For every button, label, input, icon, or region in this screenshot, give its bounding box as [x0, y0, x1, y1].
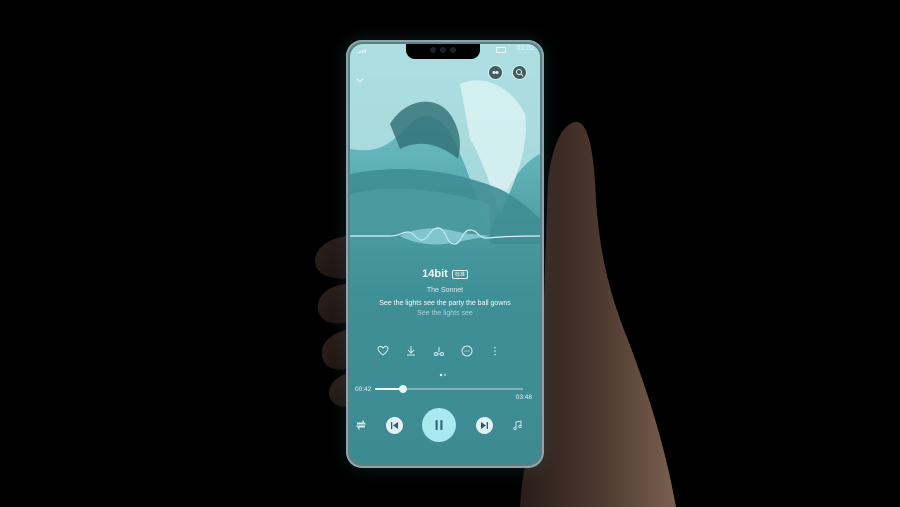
audio-waveform [350, 227, 540, 245]
lyric-current[interactable]: See the lights see the party the ball go… [350, 300, 540, 307]
previous-icon [391, 422, 398, 429]
more-icon[interactable] [488, 344, 502, 358]
status-time: 03:02 [516, 45, 534, 52]
scene: 03:02 14bit 标准 The Sonnet See the lights … [0, 0, 900, 507]
front-camera [450, 47, 456, 53]
progress-slider[interactable] [375, 385, 523, 393]
search-icon[interactable] [512, 65, 527, 80]
signal-icon [357, 49, 366, 53]
camera-notch [406, 44, 480, 59]
share-icon[interactable] [432, 344, 446, 358]
page-indicator [439, 373, 447, 377]
heart-icon[interactable] [376, 344, 390, 358]
music-player-screen: 03:02 14bit 标准 The Sonnet See the lights … [350, 44, 540, 464]
comment-icon[interactable] [460, 344, 474, 358]
next-button[interactable] [476, 417, 493, 434]
lyric-next[interactable]: See the lights see [350, 310, 540, 317]
pause-icon [435, 420, 443, 430]
pause-button[interactable] [422, 408, 456, 442]
download-icon[interactable] [404, 344, 418, 358]
front-camera [430, 47, 436, 53]
next-icon [481, 422, 488, 429]
previous-button[interactable] [386, 417, 403, 434]
progress-handle[interactable] [399, 385, 408, 393]
playlist-icon[interactable] [512, 419, 524, 431]
front-camera [440, 47, 446, 53]
queue-icon[interactable] [355, 419, 367, 431]
battery-icon [496, 47, 506, 53]
time-current: 00:42 [355, 386, 372, 393]
quality-badge[interactable]: 标准 [451, 269, 468, 279]
phone: 03:02 14bit 标准 The Sonnet See the lights … [346, 40, 544, 468]
chevron-down-icon[interactable] [356, 77, 364, 85]
time-total: 03:48 [515, 394, 532, 401]
artist-name[interactable]: The Sonnet [350, 287, 540, 294]
dolby-icon[interactable] [488, 65, 503, 80]
track-title: 14bit 标准 [350, 268, 540, 280]
track-title-text: 14bit [422, 268, 448, 280]
